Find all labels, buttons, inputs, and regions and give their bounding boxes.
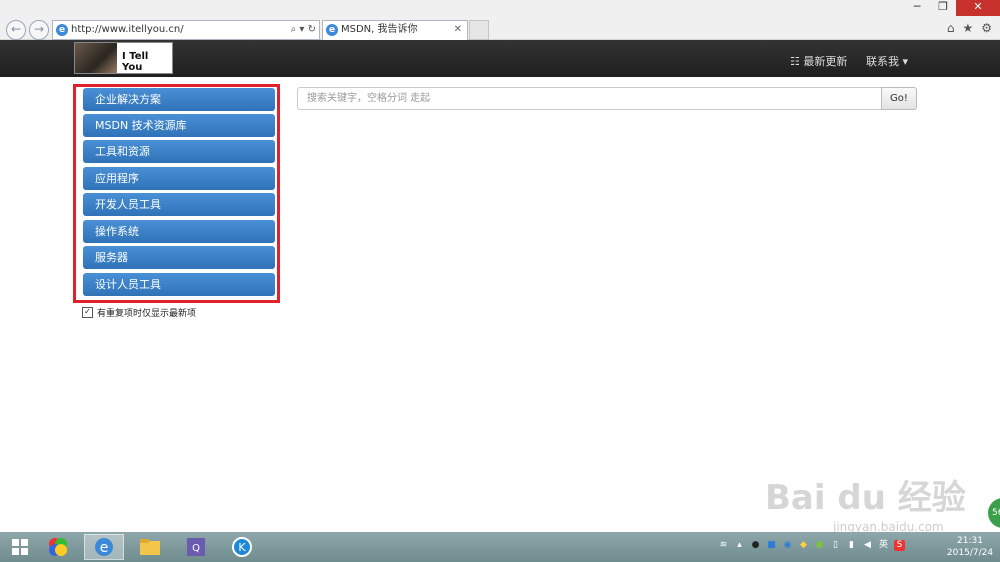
sidebar-item-enterprise[interactable]: 企业解决方案	[83, 88, 275, 111]
signal-icon[interactable]: ▮	[846, 540, 857, 551]
forward-icon[interactable]: →	[29, 20, 49, 40]
tab-close-icon[interactable]: ✕	[454, 21, 462, 39]
address-bar[interactable]: e http://www.itellyou.cn/ ⌕ ▾ ↻	[52, 20, 320, 40]
logo-text: I Tell You	[122, 51, 149, 73]
search-go-button[interactable]: Go!	[881, 87, 917, 110]
taskbar-clock[interactable]: 21:31 2015/7/24	[942, 535, 998, 559]
browser-tab[interactable]: e MSDN, 我告诉你 ✕	[322, 20, 468, 40]
nav-contact[interactable]: 联系我 ▾	[866, 53, 908, 69]
sidebar-item-developer-tools[interactable]: 开发人员工具	[83, 193, 275, 216]
ie-taskbar-icon[interactable]: e	[84, 534, 124, 560]
shield-tray-icon[interactable]: ◆	[798, 540, 809, 551]
sidebar-item-designer-tools[interactable]: 设计人员工具	[83, 273, 275, 296]
close-icon[interactable]: ✕	[956, 0, 1000, 16]
battery-icon[interactable]: ▯	[830, 540, 841, 551]
favorites-star-icon[interactable]: ★	[962, 21, 973, 35]
ie-page-icon: e	[56, 24, 68, 36]
file-explorer-icon[interactable]	[130, 534, 170, 560]
media-app-icon[interactable]: Q	[176, 534, 216, 560]
ime-label[interactable]: 英	[878, 540, 889, 551]
kugou-tray-icon[interactable]: ◉	[782, 540, 793, 551]
checkbox-check-icon[interactable]: ✓	[82, 307, 93, 318]
sidebar-item-os[interactable]: 操作系统	[83, 220, 275, 243]
wifi-icon[interactable]: ≋	[718, 540, 729, 551]
restore-icon[interactable]: ❐	[930, 0, 956, 16]
sidebar-item-msdn-library[interactable]: MSDN 技术资源库	[83, 114, 275, 137]
qq-tray-icon[interactable]: ●	[750, 540, 761, 551]
site-logo[interactable]: I Tell You	[74, 42, 173, 74]
search-input[interactable]: 搜索关键字，空格分词 走起	[297, 87, 882, 110]
minimize-icon[interactable]: ─	[904, 0, 930, 16]
window-controls: ─ ❐ ✕	[904, 0, 1000, 16]
checkbox-label: 有重复项时仅显示最新项	[97, 309, 197, 319]
360-app-icon[interactable]	[38, 534, 78, 560]
address-tools-icon[interactable]: ⌕ ▾ ↻	[291, 21, 316, 39]
tray-app-icon[interactable]: ■	[766, 540, 777, 551]
start-windows-icon[interactable]	[0, 534, 40, 560]
security-tray-icon[interactable]: ●	[814, 540, 825, 551]
nav-latest-updates[interactable]: ☷ 最新更新	[790, 53, 847, 69]
settings-gear-icon[interactable]: ⚙	[981, 21, 992, 35]
home-icon[interactable]: ⌂	[947, 21, 955, 35]
sidebar-item-tools[interactable]: 工具和资源	[83, 140, 275, 163]
sidebar-item-applications[interactable]: 应用程序	[83, 167, 275, 190]
system-tray: ≋ ▴ ● ■ ◉ ◆ ● ▯ ▮ ◀ 英 S	[718, 540, 905, 551]
browser-right-tools: ⌂ ★ ⚙	[947, 21, 992, 35]
svg-text:e: e	[100, 540, 109, 556]
address-url: http://www.itellyou.cn/	[71, 24, 184, 35]
clock-time: 21:31	[957, 536, 983, 546]
sidebar-item-servers[interactable]: 服务器	[83, 246, 275, 269]
rss-icon: ☷	[790, 55, 804, 68]
logo-photo	[75, 43, 117, 73]
latest-only-checkbox[interactable]: ✓ 有重复项时仅显示最新项	[82, 306, 196, 319]
new-tab-button[interactable]	[469, 20, 489, 40]
browser-toolbar: ─ ❐ ✕ ← → e http://www.itellyou.cn/ ⌕ ▾ …	[0, 0, 1000, 40]
volume-icon[interactable]: ◀	[862, 540, 873, 551]
svg-text:K: K	[238, 541, 246, 554]
kugou-app-icon[interactable]: K	[222, 534, 262, 560]
floating-badge[interactable]: 56	[988, 498, 1000, 528]
sogou-ime-icon[interactable]: S	[894, 540, 905, 551]
baidu-watermark: Bai du 经验	[765, 478, 966, 518]
tray-expand-icon[interactable]: ▴	[734, 540, 745, 551]
tab-title: MSDN, 我告诉你	[341, 24, 418, 35]
caret-down-icon: ▾	[899, 55, 909, 68]
clock-date: 2015/7/24	[946, 548, 994, 558]
svg-text:Q: Q	[192, 543, 200, 554]
back-icon[interactable]: ←	[6, 20, 26, 40]
tab-ie-icon: e	[326, 24, 338, 36]
